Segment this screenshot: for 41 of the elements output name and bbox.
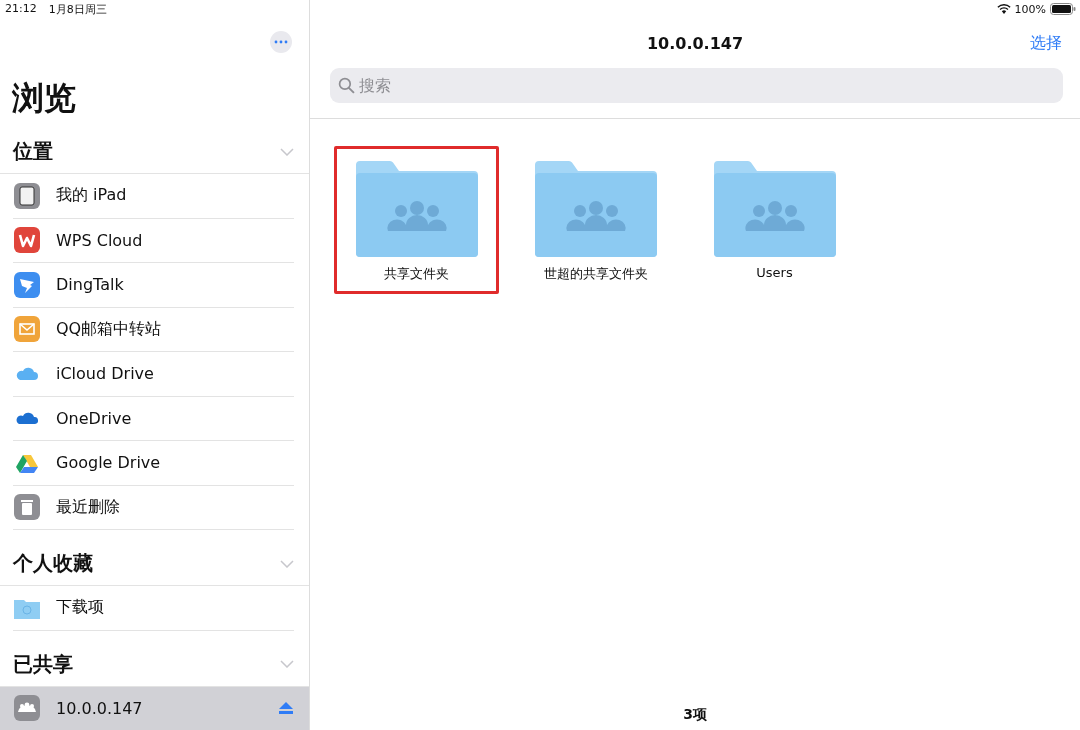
wing-icon	[13, 270, 41, 299]
battery-percent: 100%	[1014, 2, 1046, 16]
eject-icon[interactable]	[278, 701, 294, 716]
trash-icon	[13, 493, 41, 522]
sidebar-item[interactable]: iCloud Drive	[13, 352, 294, 396]
search-field[interactable]: 搜索	[330, 68, 1063, 103]
sidebar-item[interactable]: Google Drive	[13, 441, 294, 485]
item-count: 3项	[683, 706, 707, 724]
folder-icon	[353, 159, 480, 259]
sidebar-title: 浏览	[11, 78, 77, 120]
people-icon	[13, 694, 41, 723]
sidebar-item[interactable]: DingTalk	[13, 263, 294, 307]
sidebar-item[interactable]: OneDrive	[13, 396, 294, 440]
tablet-icon	[13, 181, 41, 210]
sidebar-item[interactable]: 下载项	[13, 586, 294, 630]
status-date: 1月8日周三	[48, 2, 107, 18]
sidebar-item[interactable]: 最近删除	[13, 485, 294, 529]
ellipsis-icon	[274, 40, 288, 45]
sidebar-item[interactable]: QQ邮箱中转站	[13, 307, 294, 351]
wifi-icon	[996, 3, 1011, 15]
folder-item[interactable]: Users	[692, 146, 857, 294]
sidebar-item[interactable]: 我的 iPad	[13, 174, 294, 218]
nav-title: 10.0.0.147	[646, 33, 744, 53]
envelope-icon	[13, 315, 41, 344]
sidebar-item[interactable]: WPS Cloud	[13, 218, 294, 262]
folder-icon	[711, 159, 838, 259]
section-title: 个人收藏	[13, 550, 93, 577]
chevron-icon[interactable]	[280, 559, 294, 568]
letter-w-icon	[13, 226, 41, 255]
status-time: 21:12	[5, 2, 37, 17]
folder-icon	[532, 159, 659, 259]
chevron-icon[interactable]	[280, 147, 294, 156]
folder-item[interactable]: 世超的共享文件夹	[513, 146, 678, 294]
battery-icon	[1050, 3, 1076, 15]
section-title: 位置	[13, 138, 53, 165]
folder-item[interactable]: 共享文件夹	[334, 146, 499, 294]
chevron-icon[interactable]	[280, 660, 294, 668]
select-button[interactable]: 选择	[1030, 32, 1062, 54]
section-title: 已共享	[13, 650, 73, 678]
search-icon	[338, 77, 355, 94]
more-button[interactable]	[270, 31, 292, 54]
